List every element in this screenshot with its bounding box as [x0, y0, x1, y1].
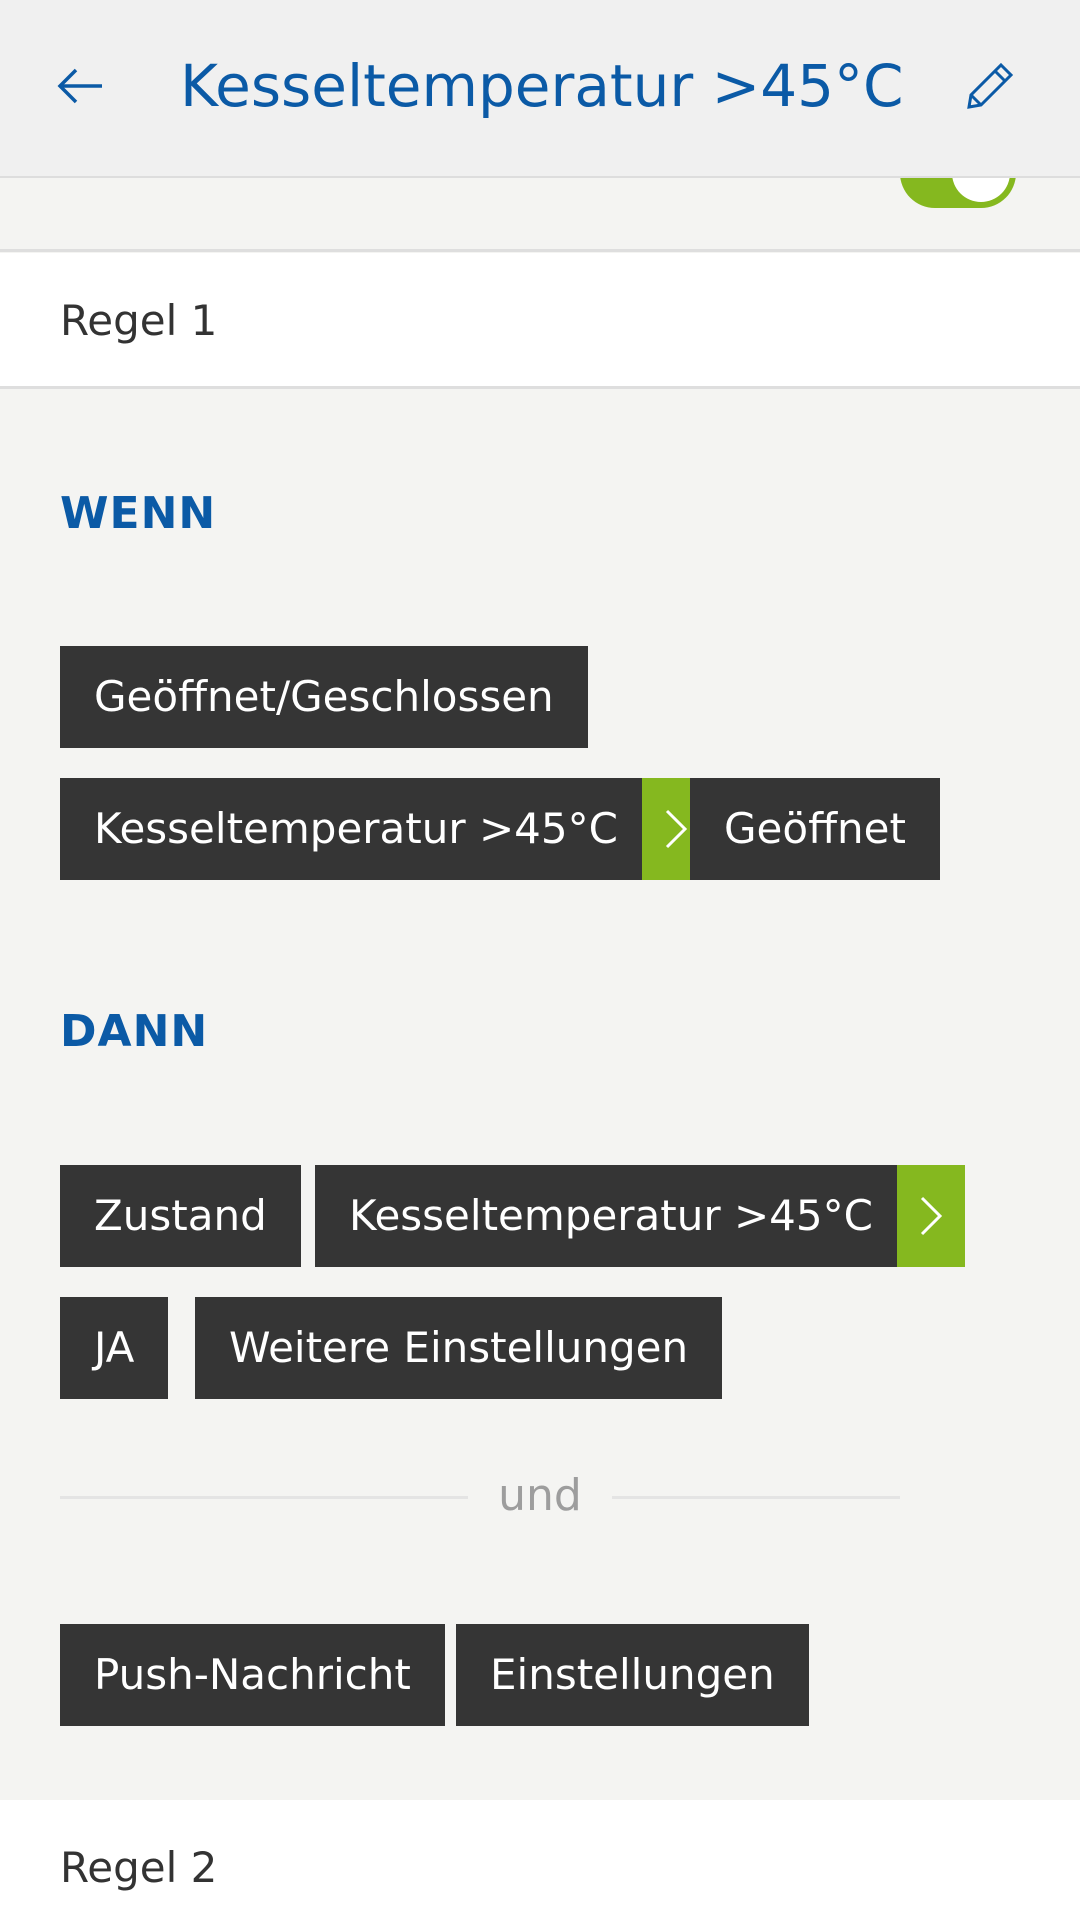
chip-label: Einstellungen	[490, 1650, 775, 1699]
push-notification-chip[interactable]: Push-Nachricht	[60, 1624, 445, 1726]
chip-label: Kesseltemperatur >45°C	[349, 1191, 873, 1240]
divider-line-right	[612, 1496, 900, 1499]
action-device-chip[interactable]: Kesseltemperatur >45°C	[315, 1165, 965, 1267]
chip-label: Push-Nachricht	[94, 1650, 411, 1699]
pencil-icon	[967, 62, 1014, 109]
then-label: DANN	[60, 1006, 209, 1057]
chip-label: JA	[94, 1323, 135, 1372]
page-title: Kesseltemperatur >45°C	[180, 52, 904, 120]
rule-header-2[interactable]: Regel 2	[0, 1800, 1080, 1920]
arrow-left-icon	[57, 68, 102, 104]
action-type-chip[interactable]: Zustand	[60, 1165, 301, 1267]
condition-state-chip[interactable]: Geöffnet	[690, 778, 940, 880]
chip-label: Weitere Einstellungen	[229, 1323, 689, 1372]
active-toggle[interactable]	[900, 178, 1016, 208]
and-label: und	[498, 1470, 582, 1521]
condition-device-chip[interactable]: Kesseltemperatur >45°C	[60, 778, 710, 880]
chip-label: Zustand	[94, 1191, 267, 1240]
back-button[interactable]	[56, 46, 146, 126]
action-settings-chip[interactable]: Weitere Einstellungen	[195, 1297, 723, 1399]
chip-label: Kesseltemperatur >45°C	[94, 804, 618, 853]
condition-type-chip[interactable]: Geöffnet/Geschlossen	[60, 646, 588, 748]
when-label: WENN	[60, 488, 217, 539]
toggle-knob	[952, 178, 1010, 202]
edit-button[interactable]	[950, 46, 1030, 126]
chip-label: Geöffnet	[724, 804, 906, 853]
and-divider: und	[60, 1466, 900, 1526]
chevron-right-icon[interactable]	[896, 1165, 965, 1267]
divider-line-left	[60, 1496, 468, 1499]
chip-label: Geöffnet/Geschlossen	[94, 672, 554, 721]
action-value-chip[interactable]: JA	[60, 1297, 169, 1399]
push-settings-chip[interactable]: Einstellungen	[456, 1624, 809, 1726]
rule-header-1[interactable]: Regel 1	[0, 253, 1080, 389]
app-bar: Kesseltemperatur >45°C	[0, 0, 1080, 178]
active-toggle-row	[0, 178, 1080, 252]
